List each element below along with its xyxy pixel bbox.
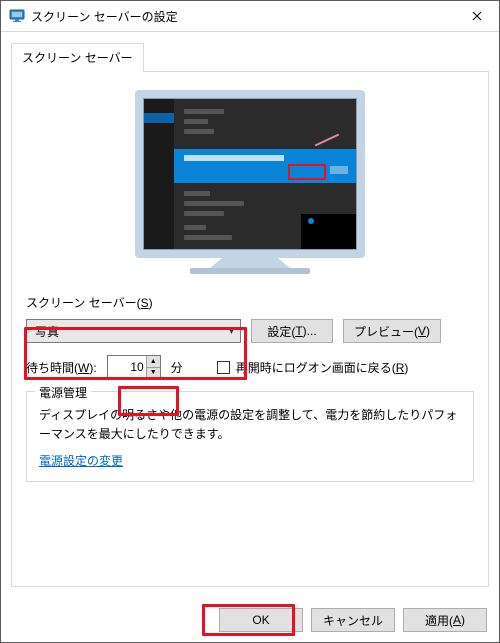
ok-button[interactable]: OK: [219, 608, 303, 632]
titlebar: スクリーン セーバーの設定: [1, 1, 499, 32]
preview-monitor: [26, 90, 474, 274]
wait-input[interactable]: [108, 357, 146, 377]
resume-label: 再開時にログオン画面に戻る(R): [236, 359, 409, 376]
spinner-up[interactable]: ▲: [147, 356, 160, 368]
tab-pane: スクリーン セーバー(S) 写真 ▾ 設定(T)... プレビュー(V) 待ち時…: [11, 71, 489, 587]
apply-button[interactable]: 適用(A): [403, 608, 487, 632]
power-description: ディスプレイの明るさや他の電源の設定を調整して、電力を節約したりパフォーマンスを…: [39, 406, 461, 444]
cancel-button[interactable]: キャンセル: [311, 608, 395, 632]
spinner-down[interactable]: ▼: [147, 368, 160, 379]
settings-button[interactable]: 設定(T)...: [251, 319, 333, 343]
wait-label: 待ち時間(W):: [26, 359, 97, 376]
chevron-down-icon: ▾: [229, 326, 234, 337]
app-icon: [9, 8, 25, 24]
screensaver-settings-window: スクリーン セーバーの設定 スクリーン セーバー: [0, 0, 500, 643]
resume-checkbox-wrap[interactable]: 再開時にログオン画面に戻る(R): [217, 359, 409, 376]
preview-button[interactable]: プレビュー(V): [343, 319, 441, 343]
power-fieldset: 電源管理 ディスプレイの明るさや他の電源の設定を調整して、電力を節約したりパフォ…: [26, 391, 474, 482]
power-legend: 電源管理: [35, 384, 91, 401]
tab-area: スクリーン セーバー: [1, 32, 499, 587]
close-icon: [472, 11, 482, 21]
power-settings-link[interactable]: 電源設定の変更: [39, 454, 123, 468]
dialog-button-row: OK キャンセル 適用(A): [219, 608, 487, 632]
screensaver-selected: 写真: [35, 323, 59, 340]
resume-checkbox[interactable]: [217, 361, 230, 374]
tab-strip: スクリーン セーバー: [11, 43, 489, 72]
window-title: スクリーン セーバーの設定: [31, 8, 455, 25]
close-button[interactable]: [455, 1, 499, 31]
wait-unit: 分: [171, 359, 183, 376]
tab-screensaver[interactable]: スクリーン セーバー: [11, 43, 144, 72]
wait-spinner[interactable]: ▲ ▼: [107, 355, 161, 379]
screensaver-dropdown[interactable]: 写真 ▾: [26, 319, 241, 343]
screensaver-label: スクリーン セーバー(S): [26, 294, 474, 311]
